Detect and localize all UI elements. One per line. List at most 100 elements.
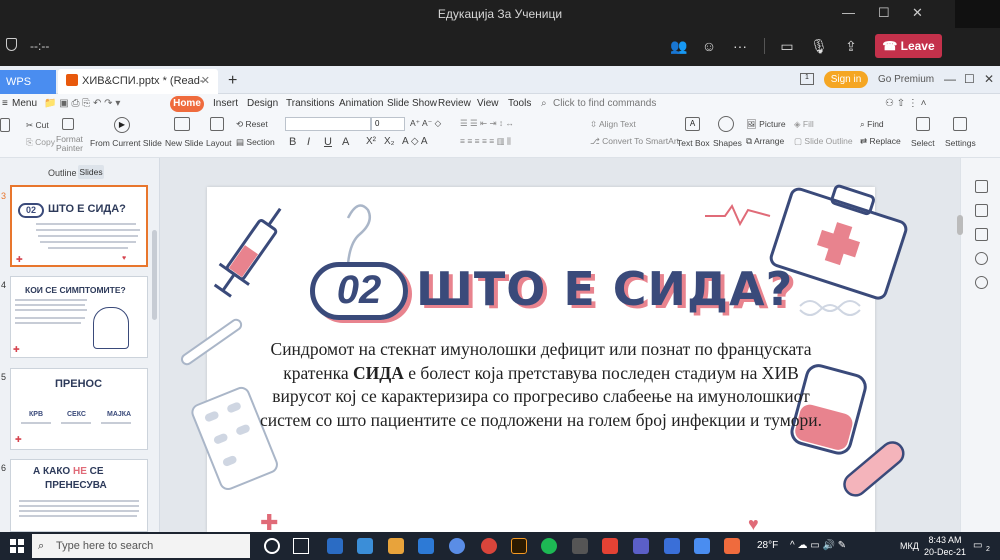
language-indicator[interactable]: МКД [900,541,919,551]
document-tab[interactable]: ХИВ&СПИ.pptx * (Read-Only) ✕ [58,69,218,112]
animation-icon[interactable] [975,228,988,241]
align-text-button[interactable]: ⇳ Align Text [590,119,636,130]
new-tab-button[interactable]: + [228,72,237,90]
italic-button[interactable]: I [307,136,310,148]
tab-home[interactable]: Home [170,96,204,112]
windows-start-icon[interactable] [10,539,24,553]
wps-minimize-button[interactable]: — [944,72,956,86]
slides-panel-scrollbar[interactable] [152,230,157,320]
paste-icon[interactable] [0,118,10,132]
find-commands-input[interactable]: Click to find commands [553,98,656,109]
chrome-icon[interactable] [481,538,497,554]
notification-icon[interactable]: ▭ [973,540,982,551]
arrange-button[interactable]: ⧉ Arrange [746,136,784,147]
layout-button[interactable]: Layout [206,138,232,148]
tab-outline[interactable]: Outline [48,168,77,178]
slide-thumbnail-6[interactable]: А КАКО НЕ СЕ ПРЕНЕСУВА [10,459,148,532]
tray-icons[interactable]: ^ ☁ ▭ 🔊 ✎ [790,540,846,551]
subscript-button[interactable]: X₂ [384,136,395,147]
app-icon-3[interactable] [572,538,588,554]
align-icons[interactable]: ≡ ≡ ≡ ≡ ≡ ▥ ⫼ [460,136,511,147]
file-explorer-icon[interactable] [388,538,404,554]
text-effects-icons[interactable]: A ◇ A [402,136,427,147]
quick-access-icons[interactable]: 📁 ▣ ⎙ ⎘ ↶ ↷ ▾ [44,98,120,109]
wps-home-tab[interactable]: WPS Office [0,70,56,112]
slide-thumbnail-3[interactable]: 02 ШТО Е СИДА? ✚ ♥ [10,185,148,267]
grow-shrink-font-icons[interactable]: A⁺ A⁻ ◇ [410,118,441,129]
list-icons[interactable]: ☰ ☰ ⇤ ⇥ ↕ ↔ [460,118,514,129]
store-icon[interactable] [418,538,434,554]
fill-button[interactable]: ◈ Fill [794,119,814,130]
leave-button[interactable]: ☎ Leave [875,34,942,58]
sign-in-button[interactable]: Sign in [824,71,868,88]
clock[interactable]: 8:43 AM 20-Dec-21 [921,534,969,558]
app-icon-4[interactable] [602,538,618,554]
select-button[interactable]: Select [911,138,935,148]
close-tab-icon[interactable]: ✕ [201,69,210,94]
help-icon[interactable] [975,276,988,289]
reset-button[interactable]: ⟲ Reset [236,119,268,130]
reactions-icon[interactable]: ☺ [700,37,718,55]
slide-outline-button[interactable]: ▢ Slide Outline [794,136,853,147]
wps-taskbar-icon[interactable] [664,538,680,554]
more-options-icon[interactable]: ··· [731,37,749,55]
design-icon[interactable] [975,204,988,217]
tab-view[interactable]: View [477,98,499,109]
wps-close-button[interactable]: ✕ [984,72,994,86]
share-screen-icon[interactable]: ⇪ [842,37,860,55]
task-view-icon[interactable] [293,538,309,554]
format-painter-button[interactable]: Format Painter [56,135,83,153]
tab-design[interactable]: Design [247,98,278,109]
tab-slide-show[interactable]: Slide Show [387,98,437,109]
tab-insert[interactable]: Insert [213,98,238,109]
tab-slides[interactable]: Slides [78,165,104,179]
tab-review[interactable]: Review [438,98,471,109]
font-size-select[interactable]: 0 [371,117,405,131]
bold-button[interactable]: B [289,136,296,148]
section-button[interactable]: ▤ Section [236,137,275,148]
share-icons[interactable]: ⚇ ⇧ ⋮ ˄ [885,98,927,109]
properties-icon[interactable] [975,180,988,193]
font-name-select[interactable] [285,117,371,131]
picture-button[interactable]: 🖼 Picture [746,119,786,130]
slide-thumbnail-5[interactable]: ПРЕНОС КРВ СЕКС МАЈКА ✚ [10,368,148,450]
wps-maximize-button[interactable]: ☐ [964,72,975,86]
tab-tools[interactable]: Tools [508,98,531,109]
close-button[interactable]: ✕ [912,5,923,21]
menu-button[interactable]: Menu [12,98,37,109]
copy-button[interactable]: ⎘ Copy [26,137,55,148]
workspace-icon[interactable]: 1 [800,73,814,85]
settings-button[interactable]: Settings [945,138,976,148]
spotify-icon[interactable] [541,538,557,554]
canvas-scrollbar[interactable] [957,215,963,235]
underline-button[interactable]: U [324,136,332,148]
replace-button[interactable]: ⇄ Replace [860,136,901,147]
tab-animation[interactable]: Animation [339,98,383,109]
convert-smartart-button[interactable]: ⎇ Convert To SmartArt [590,136,679,147]
teams-icon[interactable] [633,538,649,554]
app-icon-1[interactable] [327,538,343,554]
app-icon-2[interactable] [449,538,465,554]
history-icon[interactable] [975,252,988,265]
from-current-slide-button[interactable]: From Current Slide [90,138,162,148]
text-box-button[interactable]: Text Box [677,138,710,148]
participants-icon[interactable]: 👥 [670,37,688,55]
new-slide-button[interactable]: New Slide [165,138,203,148]
app-icon-6[interactable] [724,538,740,554]
weather-widget[interactable]: 28°F [757,540,778,551]
taskbar-search-input[interactable]: ⌕ Type here to search [32,534,250,558]
cut-button[interactable]: ✂ Cut [26,120,49,131]
minimize-button[interactable]: — [842,5,855,20]
find-button[interactable]: ⌕ Find [860,119,884,130]
cortana-icon[interactable] [264,538,280,554]
shapes-button[interactable]: Shapes [713,138,742,148]
tab-transitions[interactable]: Transitions [286,98,335,109]
hamburger-icon[interactable]: ≡ [2,98,8,109]
mail-icon[interactable] [357,538,373,554]
slide-thumbnail-4[interactable]: КОИ СЕ СИМПТОМИТЕ? ✚ [10,276,148,358]
app-icon-5[interactable] [694,538,710,554]
camera-off-icon[interactable]: ▭ [778,37,796,55]
microphone-icon[interactable]: 🎙 [810,37,828,55]
illustrator-icon[interactable] [511,538,527,554]
maximize-button[interactable]: ☐ [878,5,890,21]
